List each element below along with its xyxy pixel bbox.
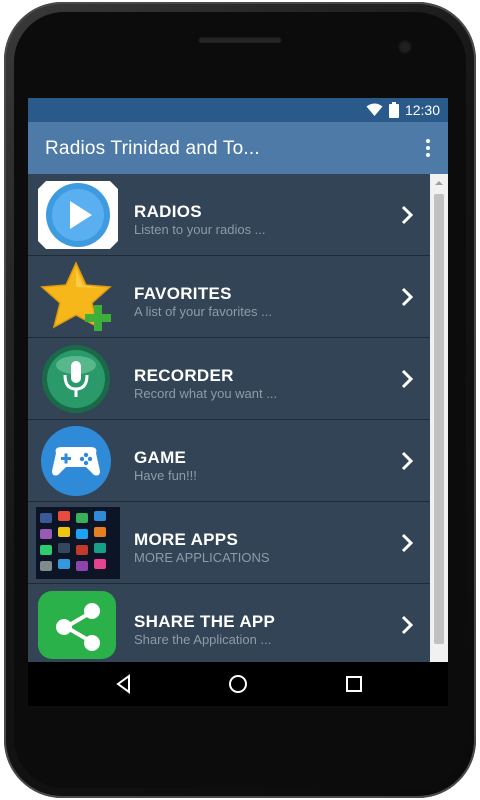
chevron-right-icon bbox=[401, 205, 414, 225]
app-grid-icon bbox=[36, 507, 120, 579]
menu-item-title: GAME bbox=[134, 448, 187, 467]
scroll-up-icon[interactable] bbox=[430, 176, 448, 190]
menu-list: RADIOS Listen to your radios ... FAVORIT… bbox=[28, 174, 430, 706]
back-icon[interactable] bbox=[112, 672, 136, 696]
chevron-right-icon bbox=[401, 615, 414, 635]
play-icon bbox=[38, 181, 118, 249]
chevron-right-icon bbox=[401, 533, 414, 553]
chevron-right-icon bbox=[401, 287, 414, 307]
menu-item-favorites[interactable]: FAVORITES A list of your favorites ... bbox=[28, 256, 430, 338]
menu-item-subtitle: Share the Application ... bbox=[134, 632, 272, 647]
menu-item-radios[interactable]: RADIOS Listen to your radios ... bbox=[28, 174, 430, 256]
menu-item-title: RECORDER bbox=[134, 366, 234, 385]
status-time: 12:30 bbox=[404, 102, 440, 118]
menu-item-title: SHARE THE APP bbox=[134, 612, 276, 631]
menu-item-title: MORE APPS bbox=[134, 530, 239, 549]
speaker-grille bbox=[198, 36, 282, 43]
menu-item-more-apps[interactable]: MORE APPS MORE APPLICATIONS bbox=[28, 502, 430, 584]
chevron-right-icon bbox=[401, 451, 414, 471]
scroll-thumb[interactable] bbox=[434, 194, 444, 644]
app-bar: Radios Trinidad and To... bbox=[28, 122, 448, 174]
menu-item-recorder[interactable]: RECORDER Record what you want ... bbox=[28, 338, 430, 420]
menu-item-subtitle: MORE APPLICATIONS bbox=[134, 550, 270, 565]
menu-item-game[interactable]: GAME Have fun!!! bbox=[28, 420, 430, 502]
status-bar: 12:30 bbox=[28, 98, 448, 122]
scrollbar[interactable] bbox=[430, 174, 448, 706]
gamepad-icon bbox=[41, 426, 111, 496]
app-title: Radios Trinidad and To... bbox=[45, 138, 260, 159]
menu-item-title: FAVORITES bbox=[134, 284, 232, 303]
recents-icon[interactable] bbox=[342, 672, 366, 696]
navigation-bar bbox=[28, 662, 448, 706]
front-camera bbox=[398, 40, 412, 54]
menu-item-subtitle: Listen to your radios ... bbox=[134, 222, 266, 237]
microphone-icon bbox=[42, 345, 110, 413]
chevron-right-icon bbox=[401, 369, 414, 389]
more-vert-icon[interactable] bbox=[418, 138, 438, 158]
star-add-icon bbox=[40, 261, 112, 331]
menu-item-subtitle: Have fun!!! bbox=[134, 468, 197, 483]
menu-item-subtitle: A list of your favorites ... bbox=[134, 304, 272, 319]
menu-item-title: RADIOS bbox=[134, 202, 202, 221]
battery-icon bbox=[388, 102, 399, 118]
screen: 12:30 Radios Trinidad and To... RADIOS L… bbox=[28, 98, 448, 706]
share-icon bbox=[38, 591, 116, 659]
wifi-icon bbox=[366, 103, 383, 116]
home-icon[interactable] bbox=[226, 672, 250, 696]
menu-item-subtitle: Record what you want ... bbox=[134, 386, 278, 401]
